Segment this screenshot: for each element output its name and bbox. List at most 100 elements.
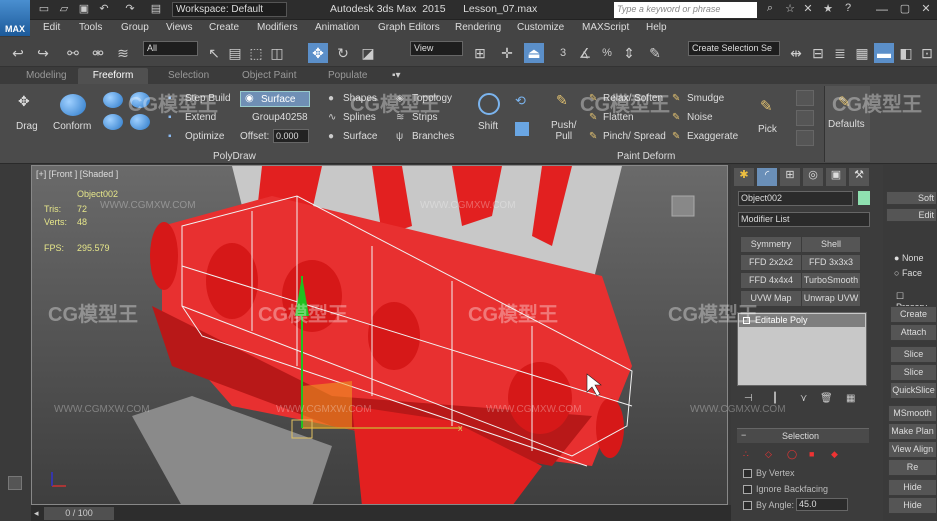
branches-button[interactable]: Branches bbox=[412, 131, 454, 142]
bind-space-warp-icon[interactable]: ≋ bbox=[113, 43, 133, 63]
defaults-button[interactable]: Defaults bbox=[828, 119, 865, 130]
ffd-4x4x4-button[interactable]: FFD 4x4x4 bbox=[740, 272, 802, 289]
symmetry-button[interactable]: Symmetry bbox=[740, 236, 802, 253]
push-pull-button[interactable]: Push/ Pull bbox=[551, 120, 577, 142]
conform-option-icon[interactable] bbox=[103, 92, 123, 108]
by-vertex-checkbox[interactable] bbox=[743, 469, 752, 478]
utilities-tab-icon[interactable]: ⚒ bbox=[849, 168, 869, 186]
ffd-3x3x3-button[interactable]: FFD 3x3x3 bbox=[801, 254, 861, 271]
viewport-label[interactable]: [+] [Front ] [Shaded ] bbox=[36, 169, 118, 179]
element-icon[interactable]: ◆ bbox=[831, 449, 838, 460]
surface-pick-button[interactable]: ◉ Surface bbox=[240, 91, 310, 107]
pin-stack-icon[interactable]: ⊣ bbox=[744, 393, 753, 404]
make-planar-button[interactable]: Make Plan bbox=[888, 423, 937, 440]
re-button[interactable]: Re bbox=[888, 459, 937, 476]
select-by-name-icon[interactable]: ▤ bbox=[225, 43, 245, 63]
pick-option-icon[interactable] bbox=[796, 90, 814, 106]
save-file-icon[interactable]: ▣ bbox=[76, 2, 92, 17]
maximize-icon[interactable]: ▢ bbox=[895, 2, 915, 18]
pick-option-icon[interactable] bbox=[796, 110, 814, 126]
undo-icon[interactable]: ↶ bbox=[96, 2, 112, 17]
show-end-result-icon[interactable]: ┃ bbox=[772, 393, 778, 404]
select-manipulate-icon[interactable]: ✛ bbox=[497, 43, 517, 63]
tab-object-paint[interactable]: Object Paint bbox=[242, 70, 296, 81]
rect-selection-icon[interactable]: ⬚ bbox=[246, 43, 266, 63]
project-folder-icon[interactable]: ▤ bbox=[148, 2, 164, 17]
face-radio[interactable]: ○ Face bbox=[894, 268, 922, 278]
hide-button[interactable]: Hide bbox=[888, 497, 937, 514]
create-button[interactable]: Create bbox=[890, 306, 937, 323]
conform-button[interactable]: Conform bbox=[53, 121, 91, 132]
app-logo-button[interactable]: MAX bbox=[0, 0, 30, 36]
offset-spinner[interactable]: 0.000 bbox=[273, 129, 309, 143]
create-tab-icon[interactable]: ✱ bbox=[734, 168, 754, 186]
msmooth-button[interactable]: MSmooth bbox=[888, 405, 937, 422]
spinner-snap-icon[interactable]: ⇕ bbox=[619, 43, 639, 63]
smudge-button[interactable]: Smudge bbox=[687, 93, 724, 104]
snap-toggle-icon[interactable]: 3 bbox=[553, 43, 573, 63]
selection-filter-dropdown[interactable]: All bbox=[143, 41, 198, 56]
minimize-icon[interactable]: — bbox=[872, 2, 892, 18]
menu-graph-editors[interactable]: Graph Editors bbox=[378, 22, 440, 33]
tab-populate[interactable]: Populate bbox=[328, 70, 367, 81]
paint-deform-panel-title[interactable]: Paint Deform bbox=[617, 151, 675, 162]
angle-snap-icon[interactable]: ∡ bbox=[575, 43, 595, 63]
unlink-icon[interactable]: ⚮ bbox=[88, 43, 108, 63]
drag-button[interactable]: Drag bbox=[16, 121, 38, 132]
workspace-dropdown[interactable]: Workspace: Default bbox=[172, 2, 287, 17]
motion-tab-icon[interactable]: ◎ bbox=[803, 168, 823, 186]
optimize-button[interactable]: Optimize bbox=[185, 131, 224, 142]
search-input[interactable]: Type a keyword or phrase bbox=[614, 2, 757, 18]
pinch-spread-button[interactable]: Pinch/ Spread bbox=[603, 131, 666, 142]
link-icon[interactable]: ⚯ bbox=[63, 43, 83, 63]
edit-geometry-rollout[interactable]: Edit bbox=[886, 208, 937, 222]
select-object-icon[interactable]: ↖ bbox=[204, 43, 224, 63]
window-crossing-icon[interactable]: ◫ bbox=[267, 43, 287, 63]
select-scale-icon[interactable]: ◪ bbox=[358, 43, 378, 63]
ffd-2x2x2-button[interactable]: FFD 2x2x2 bbox=[740, 254, 802, 271]
noise-button[interactable]: Noise bbox=[687, 112, 713, 123]
redo-icon[interactable]: ↷ bbox=[122, 2, 138, 17]
hide-selected-button[interactable]: Hide Selecte bbox=[888, 479, 937, 507]
pick-button[interactable]: Pick bbox=[758, 124, 777, 135]
percent-snap-icon[interactable]: % bbox=[597, 43, 617, 63]
edit-named-selection-icon[interactable]: ✎ bbox=[645, 43, 665, 63]
select-rotate-icon[interactable]: ↻ bbox=[333, 43, 353, 63]
graphite-icon[interactable]: ▬ bbox=[874, 43, 894, 63]
select-move-icon[interactable]: ✥ bbox=[308, 43, 328, 63]
tab-freeform[interactable]: Freeform bbox=[78, 68, 148, 84]
hierarchy-tab-icon[interactable]: ⊞ bbox=[780, 168, 800, 186]
ignore-backfacing-checkbox[interactable] bbox=[743, 485, 752, 494]
by-angle-checkbox[interactable] bbox=[743, 501, 752, 510]
viewport-config-icon[interactable] bbox=[8, 476, 22, 490]
pick-option-icon[interactable] bbox=[796, 130, 814, 146]
reference-coordinate-dropdown[interactable]: View bbox=[410, 41, 463, 56]
vertex-icon[interactable]: ∴ bbox=[743, 449, 749, 460]
communication-icon[interactable]: ✕ bbox=[800, 2, 816, 18]
tab-modeling[interactable]: Modeling bbox=[26, 70, 67, 81]
surface-draw-button[interactable]: Surface bbox=[343, 131, 377, 142]
ribbon-options-icon[interactable]: ▪▾ bbox=[392, 70, 401, 81]
curve-editor-icon[interactable]: ◧ bbox=[896, 43, 916, 63]
menu-views[interactable]: Views bbox=[166, 22, 193, 33]
edge-icon[interactable]: ◇ bbox=[765, 449, 772, 460]
undo-icon[interactable]: ↩ bbox=[8, 43, 28, 63]
menu-maxscript[interactable]: MAXScript bbox=[582, 22, 629, 33]
conform-option-icon[interactable] bbox=[103, 114, 123, 130]
help-icon[interactable]: ? bbox=[840, 2, 856, 18]
remove-modifier-icon[interactable]: 🗑 bbox=[820, 393, 833, 404]
object-color-swatch[interactable] bbox=[858, 191, 870, 205]
menu-customize[interactable]: Customize bbox=[517, 22, 564, 33]
mirror-icon[interactable]: ⇹ bbox=[786, 43, 806, 63]
toggle-ribbon-icon[interactable]: ▦ bbox=[852, 43, 872, 63]
binoculars-icon[interactable]: ⌕ bbox=[762, 2, 778, 18]
view-align-button[interactable]: View Align bbox=[888, 441, 937, 458]
turbosmooth-button[interactable]: TurboSmooth bbox=[801, 272, 861, 289]
attach-button[interactable]: Attach bbox=[890, 324, 937, 341]
slice-plane-button[interactable]: Slice Plane bbox=[890, 346, 937, 374]
redo-icon[interactable]: ↪ bbox=[33, 43, 53, 63]
menu-help[interactable]: Help bbox=[646, 22, 667, 33]
tab-selection[interactable]: Selection bbox=[168, 70, 209, 81]
configure-modifier-sets-icon[interactable]: ▦ bbox=[846, 393, 855, 404]
modifier-list-dropdown[interactable]: Modifier List bbox=[738, 212, 870, 227]
